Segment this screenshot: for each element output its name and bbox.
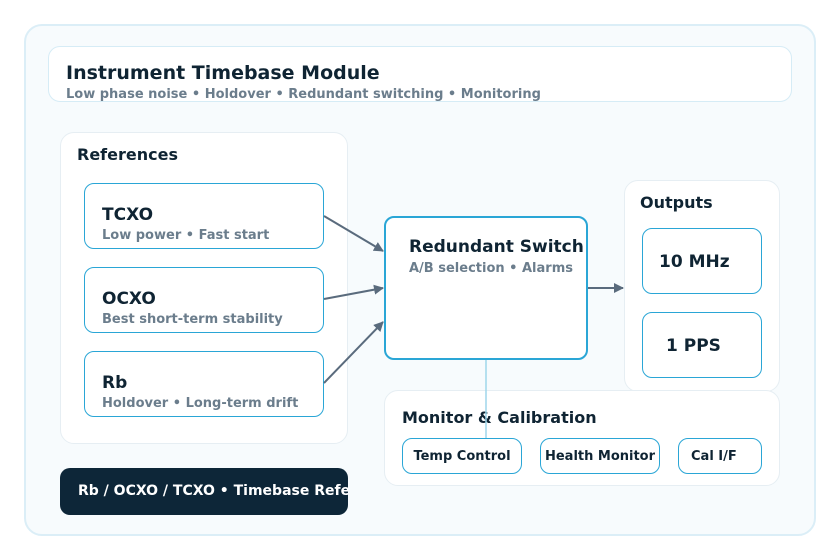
ocxo-to-switch-arrow xyxy=(323,284,384,300)
tcxo-to-switch-arrow xyxy=(323,215,384,252)
redundant-switch-node: Redundant Switch A/B selection • Alarms xyxy=(384,216,588,360)
reference-banner: Rb / OCXO / TCXO • Timebase Reference xyxy=(60,468,348,515)
monitor-chip-health-monitor: Health Monitor xyxy=(540,438,660,474)
monitor-chip-temp-control: Temp Control xyxy=(402,438,522,474)
banner-text: Rb / OCXO / TCXO • Timebase Reference xyxy=(78,483,348,499)
monitor-chip-cal-if: Cal I/F xyxy=(678,438,762,474)
switch-title: Redundant Switch xyxy=(409,237,584,257)
rb-to-switch-arrow xyxy=(323,321,384,384)
switch-detail: A/B selection • Alarms xyxy=(409,261,573,276)
